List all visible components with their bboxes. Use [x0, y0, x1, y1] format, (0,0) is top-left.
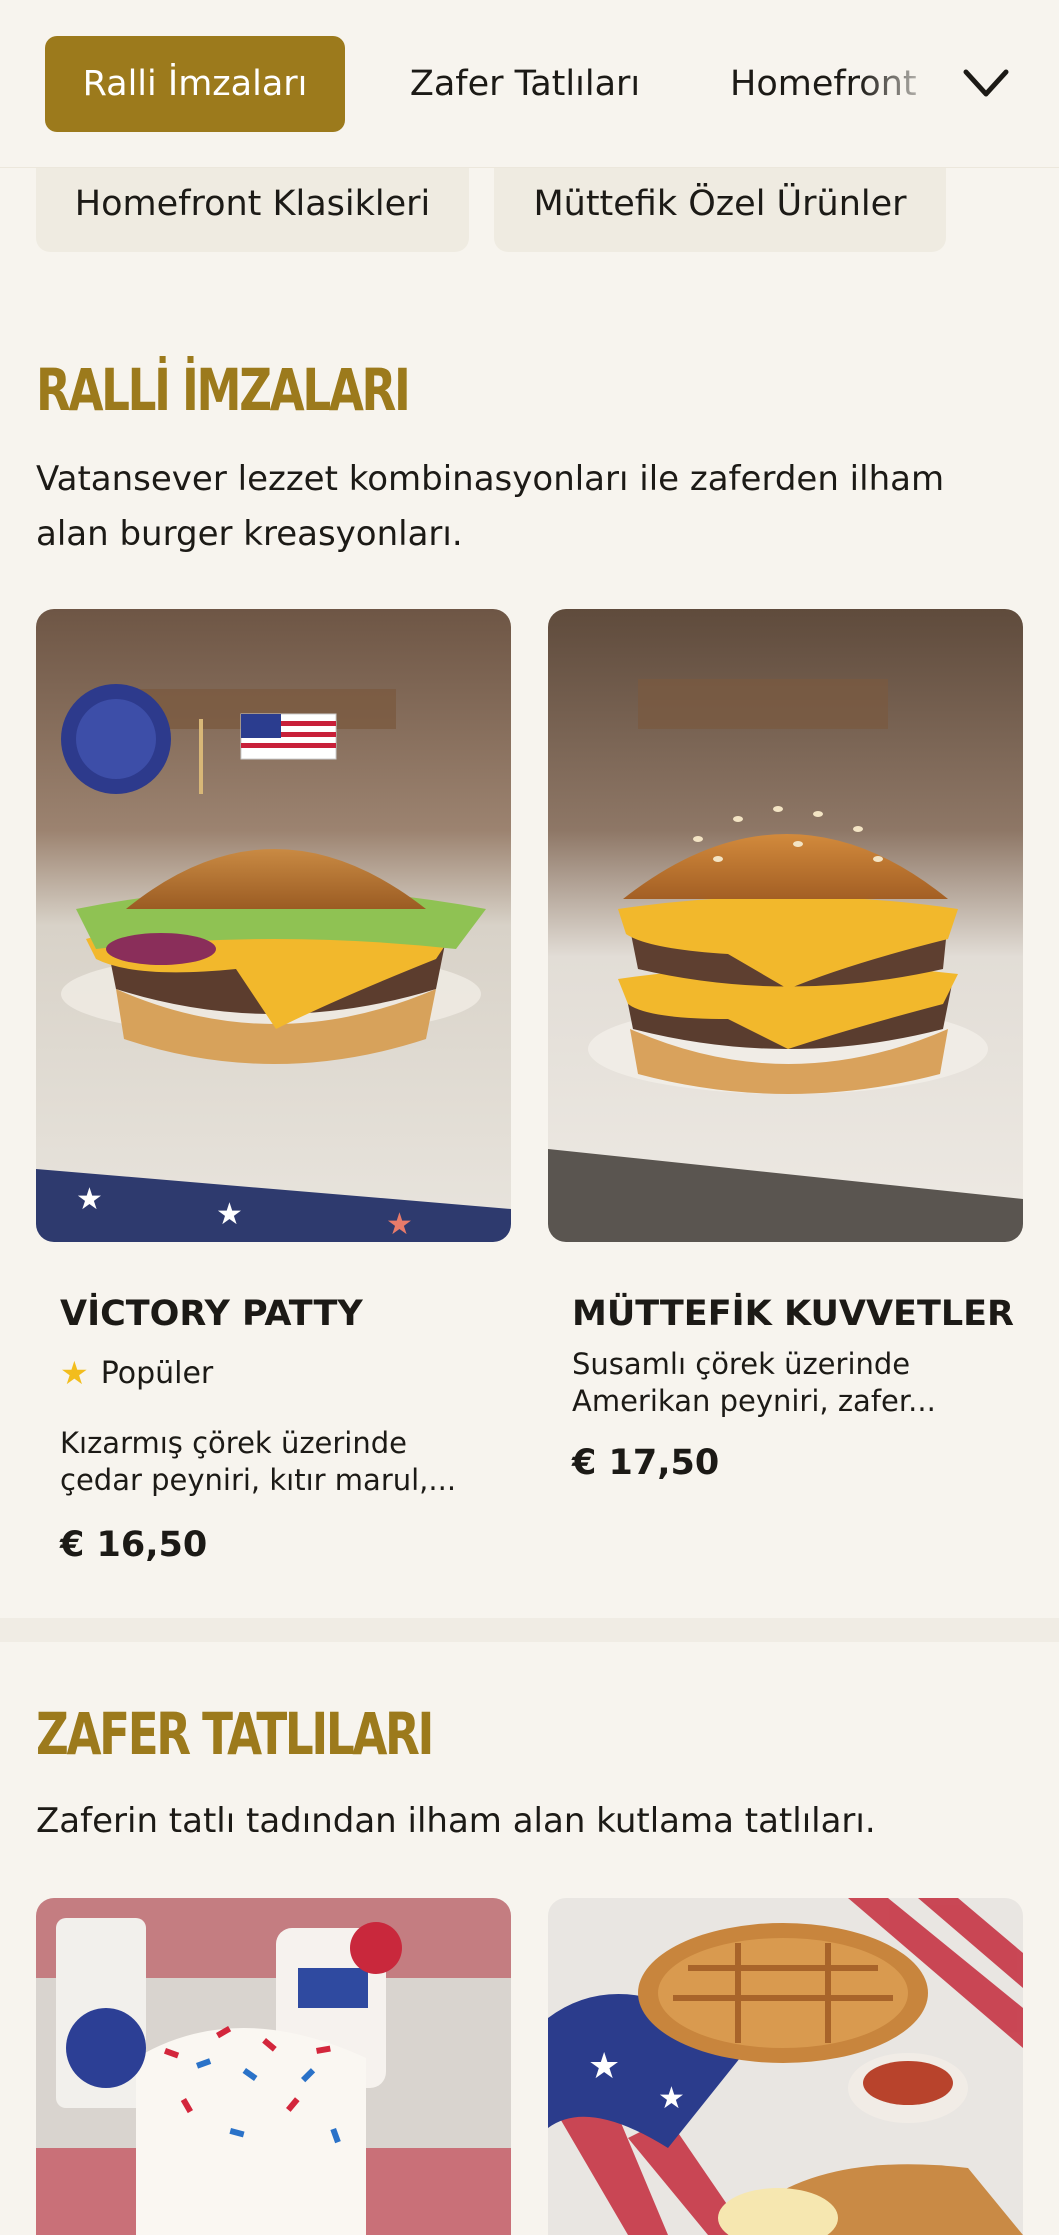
section-description: Vatansever lezzet kombinasyonları ile za… — [36, 459, 945, 554]
chevron-down-icon[interactable] — [960, 62, 1012, 106]
dessert-image-cake[interactable] — [36, 1898, 511, 2235]
svg-text:★: ★ — [658, 2081, 685, 2116]
item-price: € 16,50 — [60, 1525, 208, 1565]
section-title: ZAFER TATLILARI — [36, 1700, 434, 1768]
popular-badge: ★ Popüler — [60, 1354, 213, 1392]
category-tab-bar: Ralli İmzaları Zafer Tatlıları Homefront — [0, 0, 1059, 168]
item-description: Susamlı çörek üzerinde Amerikan peyniri,… — [572, 1347, 936, 1418]
tab-ralli-imzalari[interactable]: Ralli İmzaları — [45, 36, 345, 132]
badge-label: Popüler — [100, 1355, 214, 1391]
item-name: MÜTTEFİK KUVVETLER — [572, 1294, 1014, 1334]
tab-homefront[interactable]: Homefront — [730, 36, 945, 132]
tab-label: Homefront — [730, 64, 917, 104]
item-description: Kızarmış çörek üzerinde çedar peyniri, k… — [60, 1426, 457, 1497]
svg-text:★: ★ — [76, 1182, 103, 1217]
section-description: Zaferin tatlı tadından ilham alan kutlam… — [36, 1801, 876, 1841]
svg-text:★: ★ — [588, 2046, 620, 2087]
section-divider — [0, 1618, 1059, 1642]
category-pill-label: Homefront Klasikleri — [74, 184, 431, 224]
burger-image-victory-patty[interactable]: ★ ★ ★ — [36, 609, 511, 1242]
star-icon: ★ — [60, 1354, 89, 1392]
category-pill-label: Müttefik Özel Ürünler — [533, 184, 907, 224]
burger-image-muttefik-kuvvetler[interactable] — [548, 609, 1023, 1242]
item-price: € 17,50 — [572, 1443, 720, 1483]
tab-zafer-tatlilari[interactable]: Zafer Tatlıları — [380, 36, 670, 132]
section-title: RALLİ İMZALARI — [36, 356, 411, 424]
dessert-image-pie[interactable]: ★ ★ — [548, 1898, 1023, 2235]
item-name: VİCTORY PATTY — [60, 1294, 363, 1334]
svg-text:★: ★ — [386, 1207, 413, 1242]
tab-label: Ralli İmzaları — [82, 64, 308, 104]
tab-label: Zafer Tatlıları — [409, 64, 641, 104]
svg-text:★: ★ — [216, 1197, 243, 1232]
